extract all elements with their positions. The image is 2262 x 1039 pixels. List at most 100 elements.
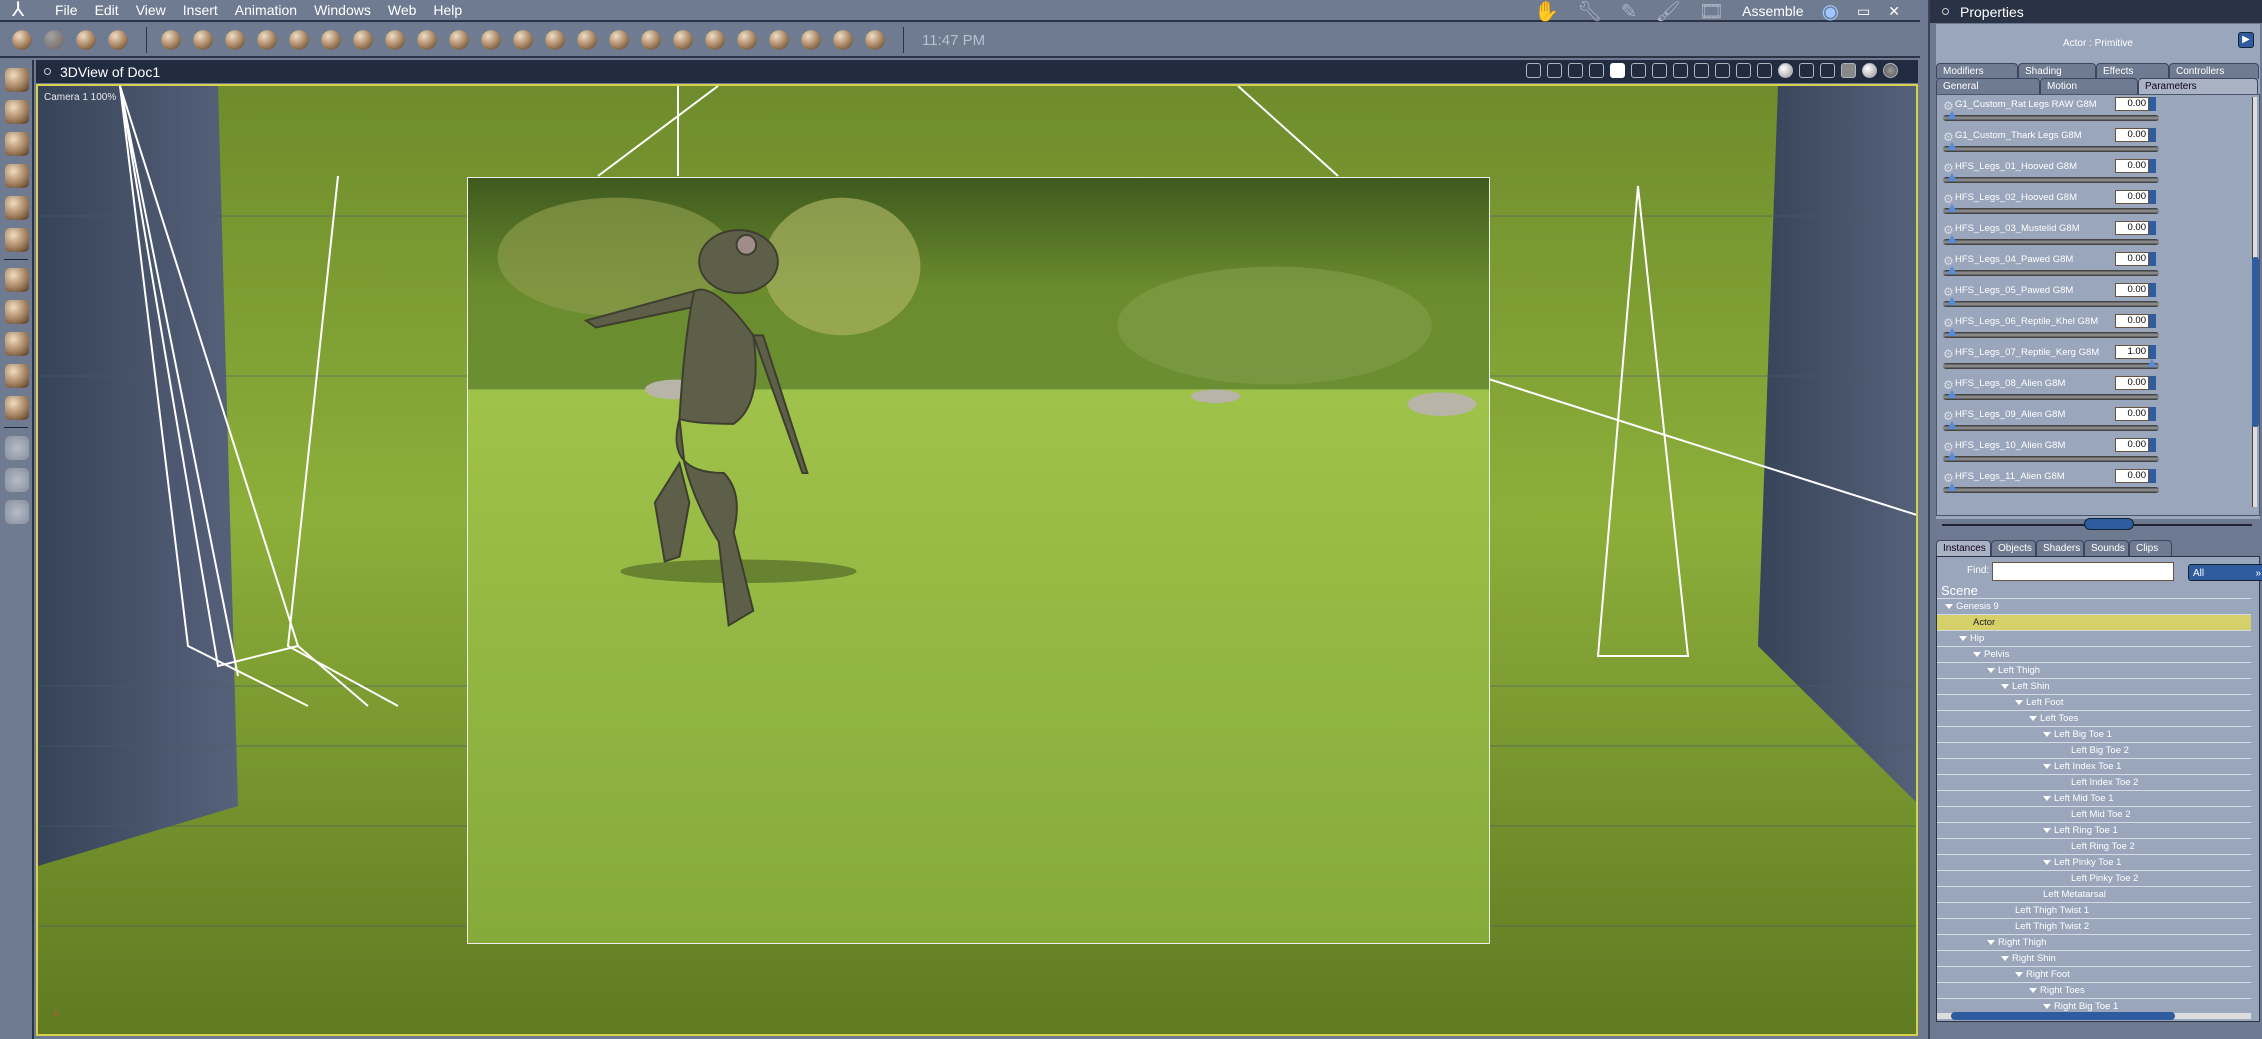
param-slider[interactable]	[1943, 142, 2159, 152]
param-value-input[interactable]: 0.00	[2115, 159, 2149, 173]
tab-controllers[interactable]: Controllers	[2169, 63, 2259, 79]
expand-triangle-icon[interactable]	[2043, 763, 2051, 769]
slider-knob[interactable]	[1947, 235, 1957, 243]
tree-item[interactable]: Left Big Toe 1	[1937, 727, 2251, 743]
param-value-input[interactable]: 0.00	[2115, 128, 2149, 142]
menu-web[interactable]: Web	[388, 2, 417, 18]
tree-item[interactable]: Left Ring Toe 1	[1937, 823, 2251, 839]
param-value-input[interactable]: 0.00	[2115, 97, 2149, 111]
cube-wire-icon[interactable]	[1715, 63, 1730, 78]
cloud-icon[interactable]	[705, 30, 725, 50]
chain-icon[interactable]	[5, 228, 29, 252]
spinner-icon[interactable]	[2149, 469, 2156, 483]
params-scrollbar[interactable]	[2252, 97, 2259, 507]
3d-viewport[interactable]: Camera 1 100% ⊥	[36, 84, 1918, 1036]
spinner-icon[interactable]	[2149, 438, 2156, 452]
spinner-icon[interactable]	[2149, 128, 2156, 142]
tree-item[interactable]: Left Shin	[1937, 679, 2251, 695]
goblet-icon[interactable]	[193, 30, 213, 50]
sphere-prop-icon[interactable]	[161, 30, 181, 50]
tree-item[interactable]: Right Thigh	[1937, 935, 2251, 951]
tree-item[interactable]: Left Index Toe 1	[1937, 759, 2251, 775]
tree-item[interactable]: Pelvis	[1937, 647, 2251, 663]
expand-triangle-icon[interactable]	[1987, 939, 1995, 945]
slider-knob[interactable]	[1947, 390, 1957, 398]
param-value-input[interactable]: 0.00	[2115, 376, 2149, 390]
tree-item[interactable]: Left Thigh	[1937, 663, 2251, 679]
bone-icon[interactable]	[865, 30, 885, 50]
tool-brush-icon[interactable]	[108, 30, 128, 50]
bounding-icon[interactable]	[1799, 63, 1814, 78]
up-arrow-icon[interactable]	[1778, 63, 1793, 78]
menu-file[interactable]: File	[55, 2, 78, 18]
splitter-handle[interactable]	[2084, 518, 2134, 530]
param-value-input[interactable]: 0.00	[2115, 407, 2149, 421]
find-input[interactable]	[1992, 562, 2174, 581]
translate-xy-icon[interactable]	[5, 268, 29, 292]
spinner-icon[interactable]	[2149, 407, 2156, 421]
menu-view[interactable]: View	[136, 2, 166, 18]
expand-triangle-icon[interactable]	[2043, 1003, 2051, 1009]
layout-two-icon[interactable]	[1631, 63, 1646, 78]
slider-knob[interactable]	[2147, 359, 2157, 367]
bowl-icon[interactable]	[673, 30, 693, 50]
param-value-input[interactable]: 0.00	[2115, 283, 2149, 297]
tab-instances[interactable]: Instances	[1936, 540, 1991, 556]
param-slider[interactable]	[1943, 297, 2159, 307]
eye-icon[interactable]: ◉	[1822, 0, 1839, 24]
grass-icon[interactable]	[545, 30, 565, 50]
tool-wrench-icon[interactable]	[76, 30, 96, 50]
tree-item[interactable]: Left Pinky Toe 1	[1937, 855, 2251, 871]
expand-triangle-icon[interactable]	[2015, 971, 2023, 977]
maximize-icon[interactable]: ▭	[1857, 3, 1870, 20]
slider-knob[interactable]	[1947, 297, 1957, 305]
cloth-icon[interactable]	[449, 30, 469, 50]
expand-triangle-icon[interactable]	[2001, 955, 2009, 961]
layout-single-icon[interactable]	[1610, 63, 1625, 78]
tab-modifiers[interactable]: Modifiers	[1936, 63, 2018, 79]
expand-triangle-icon[interactable]	[1973, 651, 1981, 657]
tree-scrollbar[interactable]	[1937, 1012, 2251, 1020]
expand-triangle-icon[interactable]	[1945, 603, 1953, 609]
tree-item[interactable]: Right Foot	[1937, 967, 2251, 983]
tab-sounds[interactable]: Sounds	[2084, 540, 2129, 556]
layout-l-icon[interactable]	[1694, 63, 1709, 78]
text-icon[interactable]	[321, 30, 341, 50]
expand-triangle-icon[interactable]	[2015, 699, 2023, 705]
param-value-input[interactable]: 0.00	[2115, 469, 2149, 483]
param-slider[interactable]	[1943, 173, 2159, 183]
slider-knob[interactable]	[1947, 173, 1957, 181]
gear-icon[interactable]: ⚙	[1943, 347, 1954, 361]
rotate-icon[interactable]	[5, 132, 29, 156]
expand-triangle-icon[interactable]	[1987, 667, 1995, 673]
param-slider[interactable]	[1943, 328, 2159, 338]
spinner-icon[interactable]	[2149, 221, 2156, 235]
target-icon[interactable]	[833, 30, 853, 50]
expand-triangle-icon[interactable]	[2043, 795, 2051, 801]
spinner-icon[interactable]	[2149, 314, 2156, 328]
expand-triangle-icon[interactable]	[2029, 987, 2037, 993]
param-slider[interactable]	[1943, 359, 2159, 369]
scale-icon[interactable]	[5, 332, 29, 356]
tree-icon[interactable]	[417, 30, 437, 50]
tree-item[interactable]: Left Pinky Toe 2	[1937, 871, 2251, 887]
particles-icon[interactable]	[353, 30, 373, 50]
pose-hand-icon[interactable]: ✋	[1534, 0, 1559, 24]
flat-shade-icon[interactable]	[1841, 63, 1856, 78]
tree-item[interactable]: Genesis 9	[1937, 599, 2251, 615]
spinner-icon[interactable]	[2149, 190, 2156, 204]
tree-item[interactable]: Hip	[1937, 631, 2251, 647]
direct-select-icon[interactable]	[5, 100, 29, 124]
box-icon[interactable]	[5, 396, 29, 420]
texture-shade-icon[interactable]	[1883, 63, 1898, 78]
render-icon[interactable]	[1526, 63, 1541, 78]
expand-triangle-icon[interactable]	[2043, 731, 2051, 737]
spinner-icon[interactable]	[2149, 97, 2156, 111]
film-reel-icon[interactable]	[609, 30, 629, 50]
tab-effects[interactable]: Effects	[2096, 63, 2169, 79]
tool-hand-icon[interactable]	[44, 30, 64, 50]
camera-icon[interactable]	[5, 436, 29, 460]
cube-hidden-icon[interactable]	[1736, 63, 1751, 78]
slider-knob[interactable]	[1947, 142, 1957, 150]
tree-item[interactable]: Left Mid Toe 1	[1937, 791, 2251, 807]
